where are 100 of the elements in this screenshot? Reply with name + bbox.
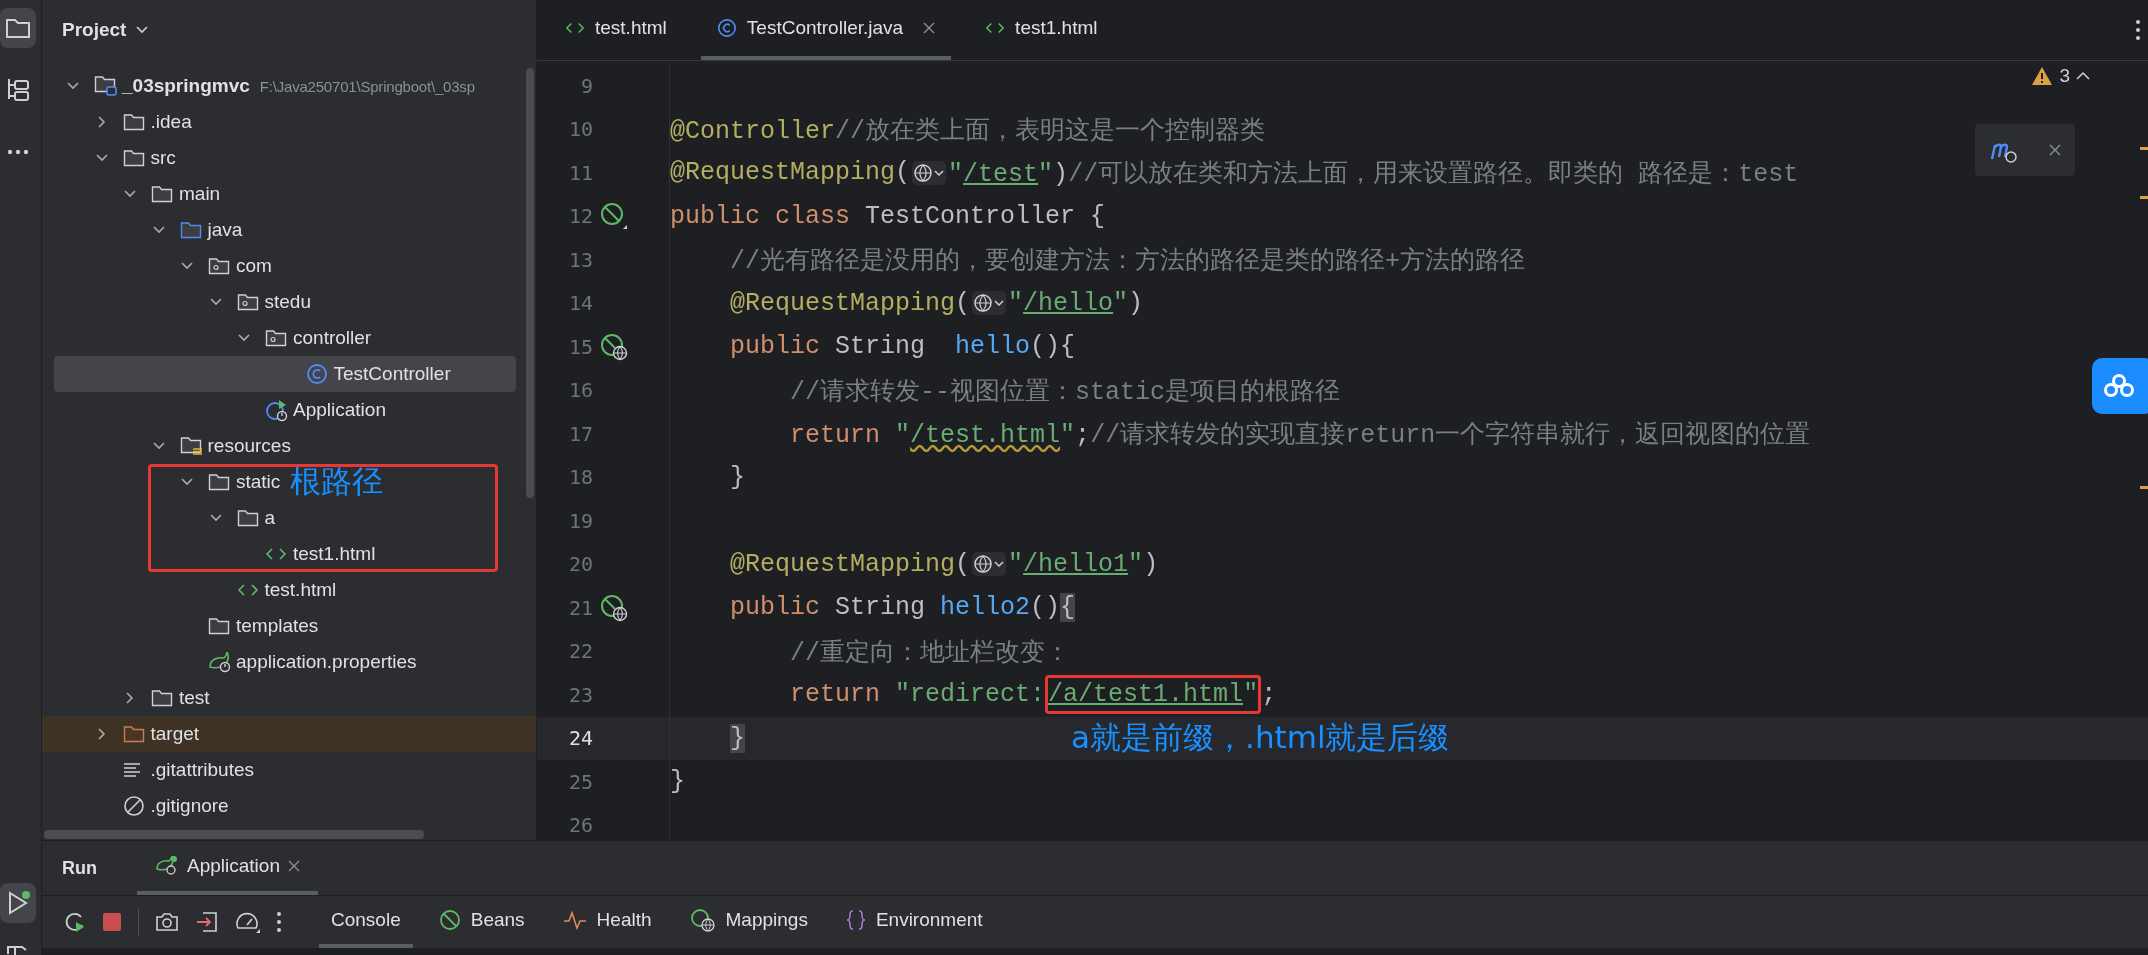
tree-row[interactable]: test <box>42 680 522 716</box>
exit-icon[interactable] <box>195 910 219 934</box>
bean-web-icon[interactable] <box>599 331 629 362</box>
tree-item-label: _03springmvc <box>122 75 250 97</box>
pulse-icon <box>562 910 587 930</box>
warning-icon[interactable] <box>2031 66 2054 86</box>
code-text: } <box>729 723 746 753</box>
close-icon[interactable] <box>923 22 936 34</box>
module-path: F:\Java250701\Springboot\_03sp <box>259 77 475 95</box>
more-options-icon[interactable] <box>2136 20 2140 40</box>
project-tool-button[interactable] <box>0 8 36 48</box>
editor-tab[interactable]: test.html <box>549 0 683 60</box>
cloud-button[interactable] <box>2092 358 2148 414</box>
folder-icon <box>151 689 173 707</box>
tree-row[interactable]: a <box>42 500 522 536</box>
editor-tab[interactable]: TestController.java <box>700 0 952 60</box>
editor-tab[interactable]: test1.html <box>969 0 1114 60</box>
tree-row[interactable]: test.html <box>42 572 522 608</box>
tree-row[interactable]: static 根路径 <box>42 464 522 500</box>
scrollbar[interactable] <box>44 830 424 839</box>
tree-row[interactable]: stedu <box>42 284 522 320</box>
folder-icon <box>179 221 202 239</box>
folder-icon <box>122 149 145 167</box>
tree-row[interactable]: .gitignore <box>42 788 522 824</box>
run-view-tab[interactable]: Mappings <box>677 896 820 948</box>
spring-leaf-icon <box>208 651 232 673</box>
html-tag-icon <box>236 583 259 597</box>
run-tool-button[interactable] <box>0 883 36 923</box>
tree-item-label: test <box>179 687 210 709</box>
tree-row[interactable]: target <box>42 716 536 752</box>
annotation-note: a就是前缀，.html就是后缀 <box>1071 718 1450 758</box>
tree-row[interactable]: main <box>42 176 522 212</box>
code-text: @RequestMapping( <box>729 549 971 579</box>
globe-inlay-icon[interactable] <box>972 552 1007 577</box>
warning-count[interactable]: 3 <box>2059 65 2070 87</box>
globe-inlay-icon[interactable] <box>972 291 1007 316</box>
spring-app-icon <box>265 398 289 422</box>
bean-web-icon[interactable] <box>599 592 629 623</box>
run-view-tab[interactable]: Environment <box>833 896 995 948</box>
scrollbar[interactable] <box>526 68 534 498</box>
braces-icon <box>845 909 866 931</box>
code-text: @RequestMapping( <box>670 158 911 188</box>
tree-row[interactable]: application.properties <box>42 644 522 680</box>
more-icon <box>6 149 29 155</box>
line-number: 20 <box>567 552 593 577</box>
folder-icon <box>122 113 145 131</box>
folder-icon <box>236 509 259 527</box>
code-text: public class TestController { <box>670 201 1106 231</box>
camera-icon[interactable] <box>155 911 179 933</box>
chevron-down-icon[interactable] <box>136 26 149 34</box>
tree-item-label: static <box>236 471 281 493</box>
gauge-icon[interactable] <box>235 910 261 934</box>
code-text: @RequestMapping( <box>729 288 971 318</box>
text-lines-icon <box>122 762 143 778</box>
tree-row[interactable]: TestController <box>54 356 516 392</box>
more-options-icon[interactable] <box>277 912 281 932</box>
stop-icon[interactable] <box>102 912 122 932</box>
run-config-tab[interactable]: Application <box>137 841 318 895</box>
bean-icon[interactable] <box>599 201 629 232</box>
globe-inlay-icon[interactable] <box>912 160 947 185</box>
project-panel-title[interactable]: Project <box>62 19 127 41</box>
html-tag-icon <box>985 21 1006 35</box>
tree-row[interactable]: src <box>42 140 522 176</box>
tree-row[interactable]: test1.html <box>42 536 522 572</box>
run-view-tab[interactable]: Health <box>550 896 664 948</box>
package-folder-icon <box>236 293 259 311</box>
tree-row[interactable]: java <box>42 212 522 248</box>
tree-item-label: java <box>207 219 243 241</box>
maven-reload-popup[interactable] <box>1975 124 2075 176</box>
code-text: return "/test.html";//请求转发的实现直接return一个字符串就行，返回视图的位置 <box>789 420 1811 451</box>
code-text: return "redirect:/a/test1.html"; <box>670 675 1277 715</box>
close-icon[interactable] <box>2049 144 2061 156</box>
tree-row[interactable]: resources <box>42 428 522 464</box>
tree-row[interactable]: com <box>42 248 522 284</box>
tree-row[interactable]: _03springmvc F:\Java250701\Springboot\_03sp <box>42 68 522 104</box>
tree-item-label: .idea <box>150 111 192 133</box>
tree-item-label: test1.html <box>293 543 376 565</box>
cloud-icon <box>2102 373 2136 399</box>
folder-icon <box>208 617 230 635</box>
folder-icon <box>4 17 31 39</box>
tree-row[interactable]: templates <box>42 608 522 644</box>
package-folder-icon <box>208 257 230 275</box>
scroll-marker <box>2140 486 2148 489</box>
tree-row[interactable]: .idea <box>42 104 522 140</box>
tree-item-label: com <box>236 255 272 277</box>
close-icon[interactable] <box>287 860 300 872</box>
line-number: 23 <box>567 682 593 707</box>
tree-row[interactable]: Application <box>42 392 522 428</box>
chevron-up-icon[interactable] <box>2076 71 2090 81</box>
html-tag-icon <box>265 547 287 561</box>
tree-item-label: TestController <box>333 363 451 385</box>
line-number: 15 <box>567 334 593 359</box>
annotation-note: 根路径 <box>290 462 384 501</box>
run-view-tab[interactable]: Beans <box>426 896 537 948</box>
code-text: public String hello(){ <box>729 332 1076 362</box>
tree-row[interactable]: .gitattributes <box>42 752 522 788</box>
tree-row[interactable]: controller <box>42 320 522 356</box>
code-text: "/test")//可以放在类和方法上面，用来设置路径。即类的 路径是：test <box>948 159 1799 190</box>
html-tag-icon <box>565 21 585 35</box>
line-number: 11 <box>567 160 593 185</box>
